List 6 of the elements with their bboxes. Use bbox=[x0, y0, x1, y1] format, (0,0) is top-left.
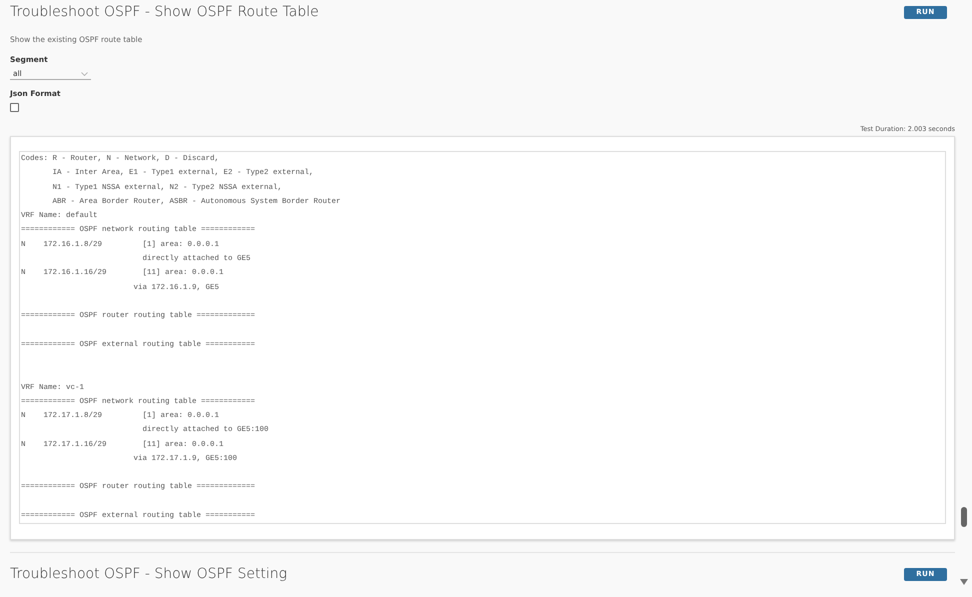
checkbox[interactable] bbox=[10, 103, 19, 112]
scroll-down-icon[interactable] bbox=[960, 579, 968, 585]
section-title: Troubleshoot OSPF - Show OSPF Route Table bbox=[10, 4, 319, 20]
scrollbar-thumb[interactable] bbox=[960, 507, 966, 527]
section-title: Troubleshoot OSPF - Show OSPF Setting bbox=[10, 566, 288, 582]
chevron-down-icon bbox=[81, 72, 88, 76]
